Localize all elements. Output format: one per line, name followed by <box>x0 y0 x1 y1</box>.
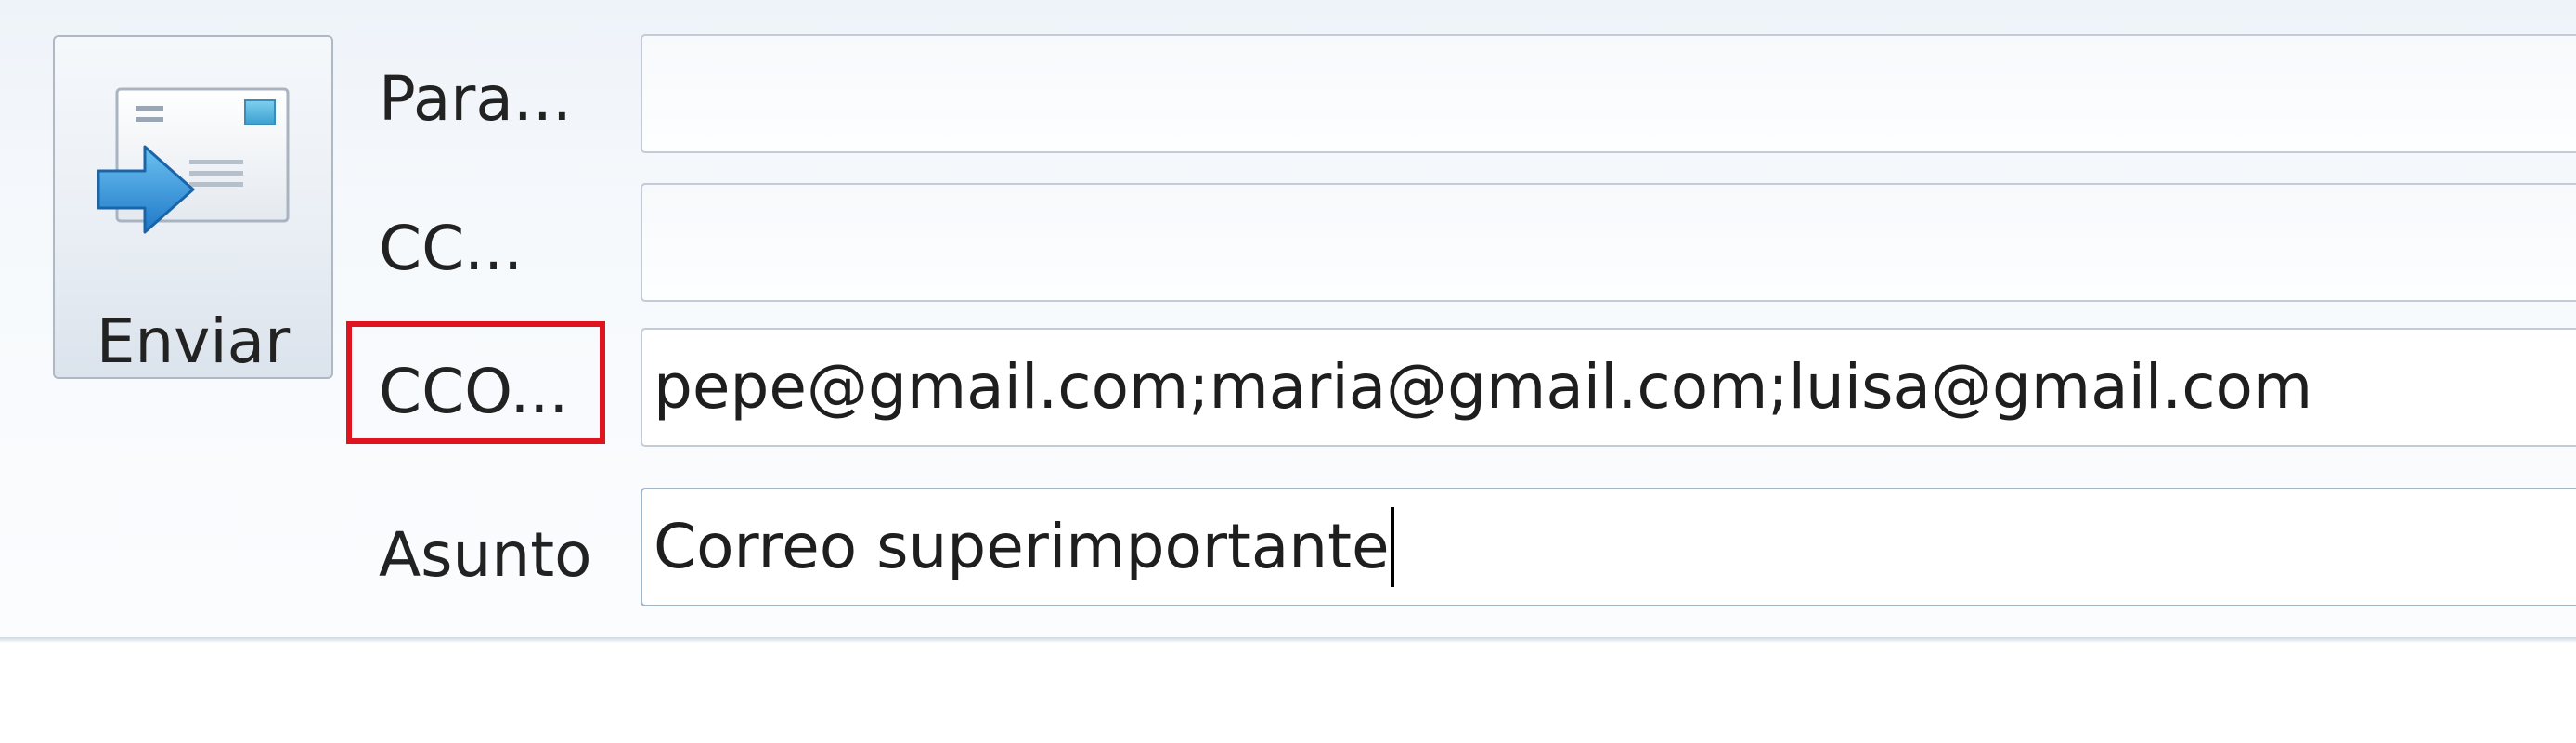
bcc-field[interactable]: pepe@gmail.com;maria@gmail.com;luisa@gma… <box>641 328 2576 447</box>
cc-field[interactable] <box>641 183 2576 302</box>
subject-label: Asunto <box>379 519 592 591</box>
text-cursor <box>1390 506 1394 587</box>
to-field[interactable] <box>641 34 2576 153</box>
subject-value: Correo superimportante <box>654 511 1390 582</box>
subject-field[interactable]: Correo superimportante <box>641 488 2576 606</box>
send-button-label: Enviar <box>96 306 291 377</box>
send-mail-icon <box>97 87 290 234</box>
bcc-button[interactable]: CCO... <box>379 355 568 429</box>
header-divider <box>0 637 2576 643</box>
send-button[interactable]: Enviar <box>53 35 333 379</box>
to-button[interactable]: Para... <box>379 62 572 137</box>
cc-button[interactable]: CC... <box>379 212 523 286</box>
